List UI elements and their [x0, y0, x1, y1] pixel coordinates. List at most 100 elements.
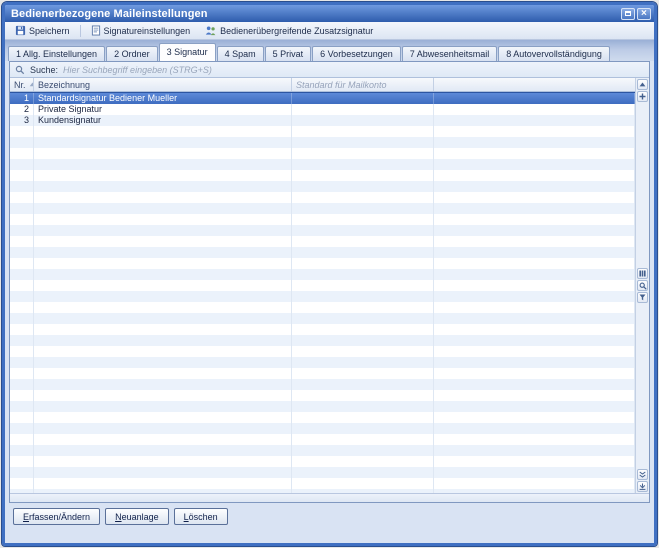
tab-allg-einstellungen[interactable]: 1 Allg. Einstellungen: [8, 46, 105, 61]
table-row-empty[interactable]: [10, 203, 635, 214]
table-row-empty[interactable]: [10, 214, 635, 225]
erfassen-aendern-button[interactable]: Erfassen/Ändern: [13, 508, 100, 525]
table-row[interactable]: 2 Private Signatur: [10, 104, 635, 115]
add-row-button[interactable]: [637, 91, 648, 102]
close-button[interactable]: ×: [637, 8, 651, 20]
cell-empty: [434, 412, 635, 423]
table-row-empty[interactable]: [10, 412, 635, 423]
table-row-empty[interactable]: [10, 390, 635, 401]
table-row-empty[interactable]: [10, 137, 635, 148]
cell-bezeichnung: Kundensignatur: [34, 115, 292, 126]
cell-empty: [10, 225, 34, 236]
cell-empty: [434, 445, 635, 456]
cell-empty: [292, 280, 434, 291]
cell-empty: [292, 170, 434, 181]
table-row-empty[interactable]: [10, 181, 635, 192]
cell-empty: [10, 324, 34, 335]
scroll-up-button[interactable]: [637, 79, 648, 90]
cell-empty: [34, 148, 292, 159]
cell-standard-mailkonto: [292, 93, 434, 104]
table-row-empty[interactable]: [10, 225, 635, 236]
table-row-empty[interactable]: [10, 313, 635, 324]
cell-empty: [434, 379, 635, 390]
cell-empty: [434, 291, 635, 302]
page-down-button[interactable]: [637, 469, 648, 480]
cell-empty: [292, 148, 434, 159]
loeschen-button[interactable]: Löschen: [174, 508, 228, 525]
zoom-search-button[interactable]: [637, 280, 648, 291]
tab-spam[interactable]: 4 Spam: [217, 46, 264, 61]
table-row-empty[interactable]: [10, 434, 635, 445]
cell-empty: [10, 280, 34, 291]
cell-empty: [292, 401, 434, 412]
cell-empty: [34, 379, 292, 390]
table-row-empty[interactable]: [10, 291, 635, 302]
table-row-empty[interactable]: [10, 159, 635, 170]
table-row-empty[interactable]: [10, 192, 635, 203]
cell-empty: [434, 280, 635, 291]
table-row-empty[interactable]: [10, 379, 635, 390]
table-row-empty[interactable]: [10, 302, 635, 313]
tab-abwesenheitsmail[interactable]: 7 Abwesenheitsmail: [402, 46, 498, 61]
cell-empty: [34, 423, 292, 434]
table-row-empty[interactable]: [10, 346, 635, 357]
neuanlage-button[interactable]: Neuanlage: [105, 508, 169, 525]
cell-empty: [10, 346, 34, 357]
tab-autovervollstaendigung[interactable]: 8 Autovervollständigung: [498, 46, 610, 61]
table-row-empty[interactable]: [10, 357, 635, 368]
save-icon: [15, 25, 26, 36]
tab-signatur[interactable]: 3 Signatur: [159, 43, 216, 61]
table-row-empty[interactable]: [10, 170, 635, 181]
scroll-to-end-button[interactable]: [637, 481, 648, 492]
cell-empty: [10, 357, 34, 368]
cell-empty: [292, 291, 434, 302]
table-row-empty[interactable]: [10, 401, 635, 412]
maximize-button[interactable]: [621, 8, 635, 20]
table-row-empty[interactable]: [10, 148, 635, 159]
signature-settings-button[interactable]: Signatureinstellungen: [85, 23, 197, 38]
table-row-empty[interactable]: [10, 324, 635, 335]
cell-empty: [10, 456, 34, 467]
tab-vorbesetzungen[interactable]: 6 Vorbesetzungen: [312, 46, 401, 61]
cell-filler: [434, 115, 635, 126]
filter-icon: [639, 294, 646, 301]
table-row-empty[interactable]: [10, 423, 635, 434]
cell-empty: [34, 401, 292, 412]
save-button[interactable]: Speichern: [9, 23, 76, 38]
column-header-nr-label: Nr.: [14, 80, 26, 90]
column-header-standard-mailkonto-label: Standard für Mailkonto: [296, 80, 387, 90]
table-row-empty[interactable]: [10, 445, 635, 456]
tab-privat[interactable]: 5 Privat: [265, 46, 312, 61]
cell-empty: [10, 368, 34, 379]
filter-button[interactable]: [637, 292, 648, 303]
tab-ordner[interactable]: 2 Ordner: [106, 46, 158, 61]
table-row-empty[interactable]: [10, 456, 635, 467]
table-row-empty[interactable]: [10, 258, 635, 269]
table-row-empty[interactable]: [10, 467, 635, 478]
cell-empty: [434, 148, 635, 159]
column-header-standard-mailkonto[interactable]: Standard für Mailkonto: [292, 78, 434, 91]
table-row-empty[interactable]: [10, 247, 635, 258]
cross-operator-signature-button[interactable]: Bedienerübergreifende Zusatzsignatur: [198, 23, 379, 38]
table-row[interactable]: 3 Kundensignatur: [10, 115, 635, 126]
table-row-empty[interactable]: [10, 478, 635, 489]
titlebar: Bedienerbezogene Maileinstellungen ×: [5, 5, 654, 22]
cell-empty: [10, 313, 34, 324]
cell-empty: [10, 137, 34, 148]
column-header-nr[interactable]: Nr.: [10, 78, 34, 91]
column-chooser-button[interactable]: [637, 268, 648, 279]
table-row-empty[interactable]: [10, 126, 635, 137]
table-row-empty[interactable]: [10, 269, 635, 280]
column-header-bezeichnung[interactable]: Bezeichnung: [34, 78, 292, 91]
table-row-empty[interactable]: [10, 236, 635, 247]
search-input[interactable]: [63, 65, 644, 75]
cell-empty: [10, 379, 34, 390]
cell-empty: [434, 423, 635, 434]
table-row-empty[interactable]: [10, 280, 635, 291]
grid-footer-strip: [10, 493, 649, 502]
cell-empty: [292, 368, 434, 379]
table-row-empty[interactable]: [10, 368, 635, 379]
table-row-empty[interactable]: [10, 335, 635, 346]
search-bar: Suche:: [10, 62, 649, 78]
table-row[interactable]: 1 Standardsignatur Bediener Mueller: [10, 92, 635, 104]
